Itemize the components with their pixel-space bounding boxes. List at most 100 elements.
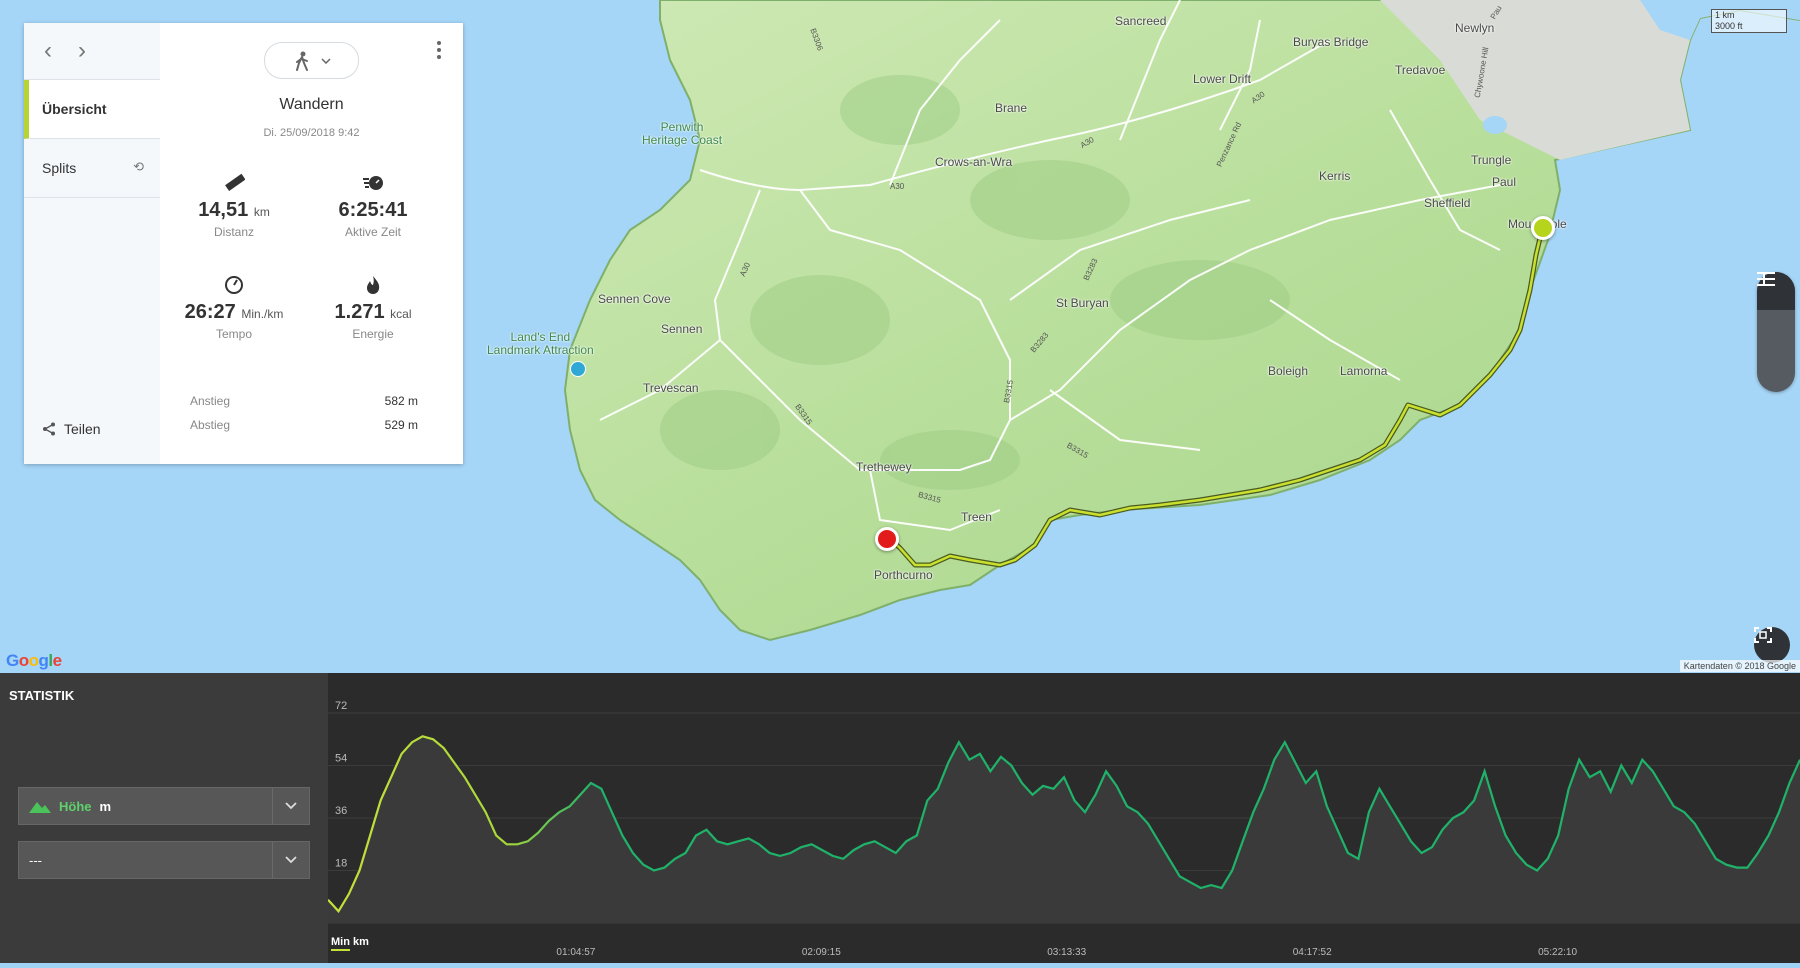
descent-value: 529 m <box>384 418 418 432</box>
map-controls <box>1757 272 1795 392</box>
place-label: Lower Drift <box>1193 72 1252 86</box>
statistics-title: STATISTIK <box>9 688 75 703</box>
x-unit-km[interactable]: km <box>353 936 369 948</box>
primary-metric-unit: m <box>99 798 112 814</box>
refresh-icon: ⟲ <box>133 159 144 174</box>
place-label-penwith: Penwith Heritage Coast <box>642 120 723 147</box>
place-label: Paul <box>1492 175 1517 189</box>
stat-energy: 1.271 kcal Energie <box>303 275 443 341</box>
map-scale: 1 km 3000 ft <box>1711 9 1787 33</box>
road-label: A30 <box>890 182 905 191</box>
flame-icon <box>303 275 443 297</box>
panel-sidebar: ‹ › Übersicht Splits ⟲ Teilen <box>24 23 160 464</box>
descent-label: Abstieg <box>190 418 231 432</box>
elevation-chart[interactable]: 01836547201:04:5702:09:1503:13:3304:17:5… <box>327 673 1800 963</box>
primary-metric-label: Höhe <box>59 798 92 814</box>
place-label: Boleigh <box>1268 364 1309 378</box>
y-tick-label: 36 <box>335 805 347 817</box>
place-label: Sennen Cove <box>598 292 671 306</box>
tab-label: Übersicht <box>42 101 107 117</box>
chevron-down-icon <box>272 788 309 824</box>
google-logo: Google <box>6 651 62 670</box>
map-attribution[interactable]: Kartendaten © 2018 Google <box>1679 660 1800 672</box>
secondary-metric-dropdown[interactable]: --- <box>18 841 310 879</box>
y-tick-label: 72 <box>335 700 347 712</box>
tab-label: Splits <box>42 160 77 176</box>
mountain-icon <box>29 802 51 813</box>
x-tick-label: 05:22:10 <box>1538 947 1577 958</box>
place-label: Sheffield <box>1424 196 1471 210</box>
start-marker[interactable] <box>875 527 899 551</box>
distance-label: Distanz <box>213 225 254 239</box>
place-label: Trethewey <box>856 460 912 474</box>
poi-icon[interactable] <box>570 361 586 377</box>
activity-panel: ‹ › Übersicht Splits ⟲ Teilen Wandern Di… <box>24 23 463 464</box>
end-marker[interactable] <box>1531 216 1555 240</box>
x-tick-label: 01:04:57 <box>556 947 595 958</box>
descent-row: Abstieg 529 m <box>190 418 418 432</box>
statistics-controls: STATISTIK Höhe m --- <box>0 673 328 963</box>
place-label: Trevescan <box>643 381 699 395</box>
stat-active-time: 6:25:41 Aktive Zeit <box>303 173 443 239</box>
elevation-area <box>328 736 1800 923</box>
scale-km: 1 km <box>1711 9 1787 21</box>
x-unit-selector[interactable]: Min km <box>331 936 369 951</box>
place-label: Trungle <box>1471 153 1512 167</box>
x-tick-label: 02:09:15 <box>802 947 841 958</box>
place-label: Buryas Bridge <box>1293 35 1369 49</box>
y-tick-label: 54 <box>335 753 347 765</box>
share-icon <box>43 422 55 436</box>
tab-splits[interactable]: Splits ⟲ <box>24 139 160 198</box>
back-arrow-icon[interactable]: ‹ <box>44 37 52 65</box>
energy-value: 1.271 <box>334 301 385 323</box>
stat-pace: 26:27 Min./km Tempo <box>164 275 304 341</box>
minus-icon <box>1757 278 1771 280</box>
place-label: Treen <box>961 510 992 524</box>
chevron-down-icon <box>272 842 309 878</box>
share-label: Teilen <box>64 421 101 437</box>
share-button[interactable]: Teilen <box>42 421 101 437</box>
place-label: Lamorna <box>1340 364 1388 378</box>
tab-overview[interactable]: Übersicht <box>24 80 160 139</box>
distance-unit: km <box>253 205 270 219</box>
active-time-label: Aktive Zeit <box>344 225 401 239</box>
zoom-out-button[interactable] <box>1757 278 1795 386</box>
x-tick-label: 04:17:52 <box>1293 947 1332 958</box>
fullscreen-button[interactable] <box>1754 627 1790 663</box>
statistics-panel: STATISTIK Höhe m --- 01836547201:04:5702… <box>0 673 1800 963</box>
pace-unit: Min./km <box>241 307 284 321</box>
y-tick-label: 18 <box>335 858 347 870</box>
secondary-metric-label: --- <box>29 852 42 868</box>
activity-type-selector[interactable] <box>264 42 359 79</box>
stat-distance: 14,51 km Distanz <box>164 173 304 239</box>
scale-ft: 3000 ft <box>1711 21 1787 33</box>
ascent-label: Anstieg <box>190 394 231 408</box>
elevation-chart-svg: 01836547201:04:5702:09:1503:13:3304:17:5… <box>327 700 1800 958</box>
x-unit-min[interactable]: Min <box>331 936 350 951</box>
active-time-value: 6:25:41 <box>338 199 408 221</box>
place-label: Porthcurno <box>874 568 933 582</box>
speedometer-icon <box>164 275 304 297</box>
chevron-down-icon <box>320 57 331 64</box>
ascent-row: Anstieg 582 m <box>190 394 418 408</box>
zoom-in-button[interactable] <box>1757 272 1795 348</box>
place-label: Newlyn <box>1455 21 1495 35</box>
pace-label: Tempo <box>215 327 253 341</box>
place-label-landsend: Land's End Landmark Attraction <box>487 330 594 357</box>
pace-value: 26:27 <box>184 301 236 323</box>
activity-title: Wandern <box>279 96 344 113</box>
stopwatch-icon <box>303 173 443 195</box>
activity-date: Di. 25/09/2018 9:42 <box>263 127 360 139</box>
place-label: Brane <box>995 101 1028 115</box>
energy-label: Energie <box>352 327 394 341</box>
forward-arrow-icon[interactable]: › <box>78 37 86 65</box>
fullscreen-icon <box>1754 627 1772 643</box>
nav-arrows: ‹ › <box>24 23 160 80</box>
more-options-icon[interactable] <box>437 41 441 62</box>
place-label: Crows-an-Wra <box>935 155 1013 169</box>
place-label: Sancreed <box>1115 14 1167 28</box>
primary-metric-dropdown[interactable]: Höhe m <box>18 787 310 825</box>
panel-content: Wandern Di. 25/09/2018 9:42 14,51 km Dis… <box>160 23 463 464</box>
energy-unit: kcal <box>390 307 412 321</box>
ascent-value: 582 m <box>384 394 418 408</box>
